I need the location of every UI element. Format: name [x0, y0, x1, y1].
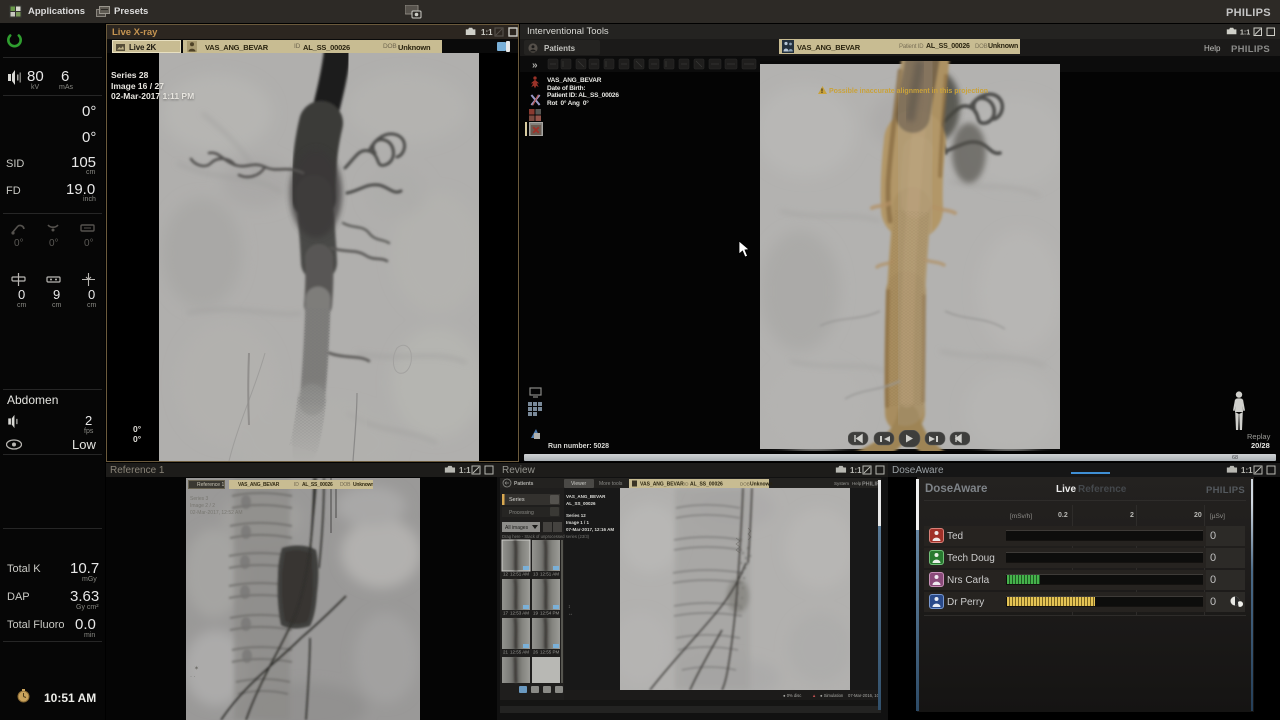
svg-text:AL_SS_00026: AL_SS_00026: [566, 501, 596, 506]
svg-text:12:51 AM: 12:51 AM: [510, 572, 529, 577]
svg-text:19: 19: [533, 611, 539, 616]
svg-text:Help: Help: [852, 481, 862, 486]
svg-text:Series 12: Series 12: [566, 513, 586, 518]
svg-text:Viewer: Viewer: [571, 481, 587, 487]
svg-text:12:53 AM: 12:53 AM: [510, 611, 529, 616]
svg-text:● Simulation: ● Simulation: [820, 693, 844, 698]
svg-text:All images: All images: [505, 525, 529, 531]
svg-text:1:1: 1:1: [850, 466, 862, 475]
svg-text:✶: ✶: [194, 665, 199, 672]
svg-text:More tools: More tools: [599, 481, 623, 487]
svg-text:12: 12: [503, 572, 509, 577]
svg-text:AL_SS_00026: AL_SS_00026: [690, 482, 723, 488]
svg-text:02-Mar-2017, 12:52 AM: 02-Mar-2017, 12:52 AM: [190, 510, 243, 516]
svg-text:VAS_ANG_BEVAR: VAS_ANG_BEVAR: [566, 494, 606, 499]
svg-text:Unknown: Unknown: [750, 482, 773, 488]
svg-text:1:1: 1:1: [1240, 30, 1250, 37]
svg-text:07-Mar-2017, 12:16 AM: 07-Mar-2017, 12:16 AM: [566, 527, 614, 532]
svg-text:↕: ↕: [568, 604, 571, 610]
svg-text:· ·: · ·: [190, 674, 196, 680]
svg-text:Drag here - Stack of unprocess: Drag here - Stack of unprocessed series …: [502, 534, 590, 539]
svg-text:13: 13: [533, 572, 539, 577]
svg-text:Processing: Processing: [509, 510, 534, 516]
svg-text:1:1: 1:1: [1241, 466, 1253, 475]
svg-text:Series 3: Series 3: [190, 496, 209, 502]
svg-text:Image 2 / 2: Image 2 / 2: [190, 503, 215, 509]
svg-text:!: !: [821, 89, 823, 94]
svg-text:Patients: Patients: [514, 481, 534, 487]
svg-text:12:51 AM: 12:51 AM: [540, 572, 559, 577]
svg-text:12:54 PM: 12:54 PM: [540, 611, 560, 616]
svg-text:07-Mar-2016, 10:51 AM: 07-Mar-2016, 10:51 AM: [848, 693, 881, 698]
svg-text:Image 1 / 1: Image 1 / 1: [566, 520, 590, 525]
svg-text:17: 17: [503, 611, 509, 616]
svg-text:21: 21: [503, 650, 509, 655]
svg-text:VAS_ANG_BEVAR: VAS_ANG_BEVAR: [640, 482, 684, 488]
svg-text:1:1: 1:1: [481, 28, 493, 37]
svg-text:26: 26: [533, 650, 539, 655]
svg-text:▲: ▲: [812, 693, 816, 698]
svg-text:DOB: DOB: [740, 482, 750, 487]
svg-text:ID: ID: [684, 482, 689, 487]
svg-text:Series: Series: [509, 497, 525, 503]
svg-text:● 0% disc: ● 0% disc: [783, 693, 801, 698]
svg-text:System: System: [834, 481, 849, 486]
svg-text:1:1: 1:1: [459, 466, 471, 475]
svg-text:12:55 PM: 12:55 PM: [540, 650, 560, 655]
svg-text:↔: ↔: [568, 611, 573, 617]
svg-text:12:55 AM: 12:55 AM: [510, 650, 529, 655]
